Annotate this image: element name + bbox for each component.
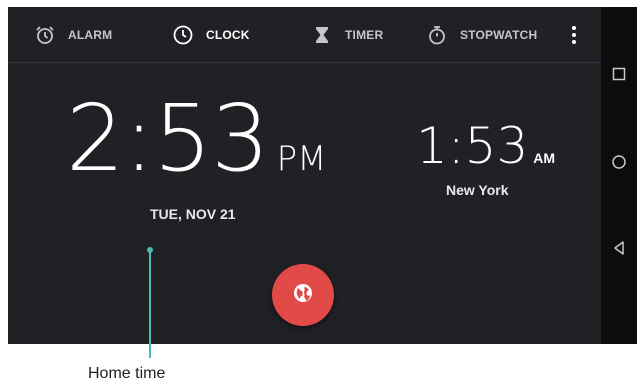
world-clock-time-value: 1:53 <box>416 117 529 175</box>
recent-apps-icon[interactable] <box>610 65 628 83</box>
more-vert-icon[interactable] <box>568 23 580 47</box>
tab-bar: ALARM CLOCK TIMER STOPWATCH <box>8 7 601 63</box>
alarm-clock-icon <box>34 24 56 46</box>
callout-leader-line <box>149 248 151 358</box>
globe-icon <box>292 282 314 309</box>
home-time-ampm: PM <box>276 139 327 179</box>
home-icon[interactable] <box>610 153 628 171</box>
home-time-value: 2:53 <box>66 85 270 192</box>
tab-alarm-label: ALARM <box>68 28 113 42</box>
system-navigation-bar <box>601 7 637 344</box>
world-clock-time[interactable]: 1:53 AM <box>416 121 555 171</box>
world-clock-fab-button[interactable] <box>272 264 334 326</box>
home-time-display: 2:53 PM <box>66 93 326 185</box>
tab-stopwatch[interactable]: STOPWATCH <box>426 7 537 63</box>
hourglass-icon <box>311 24 333 46</box>
back-icon[interactable] <box>610 239 628 257</box>
tab-clock[interactable]: CLOCK <box>172 7 250 63</box>
tab-timer-label: TIMER <box>345 28 384 42</box>
callout-label: Home time <box>88 365 166 382</box>
home-date: TUE, NOV 21 <box>150 206 236 222</box>
clock-icon <box>172 24 194 46</box>
tab-stopwatch-label: STOPWATCH <box>460 28 538 42</box>
world-clock-ampm: AM <box>533 150 556 166</box>
clock-app-screen: ALARM CLOCK TIMER STOPWATCH 2:53 PM TUE,… <box>8 7 601 344</box>
tab-timer[interactable]: TIMER <box>311 7 383 63</box>
world-clock-city: New York <box>446 182 509 198</box>
tab-alarm[interactable]: ALARM <box>34 7 112 63</box>
stopwatch-icon <box>426 24 448 46</box>
tab-clock-label: CLOCK <box>206 28 250 42</box>
